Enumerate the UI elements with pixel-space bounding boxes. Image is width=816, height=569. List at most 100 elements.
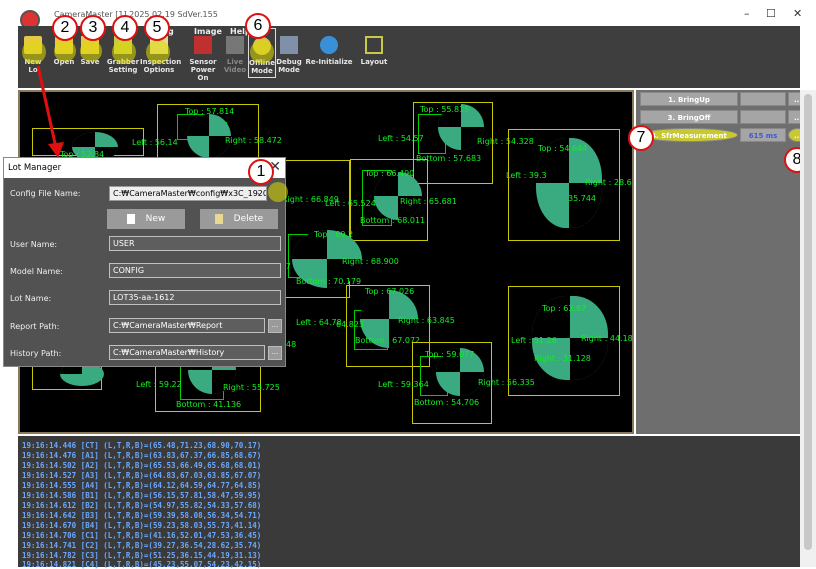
new-button[interactable]: New [107,209,185,229]
sfr-label: Right : 65.681 [400,197,457,206]
history-path-field[interactable]: C:₩CameraMaster₩History [109,345,265,360]
sfr-label: Left : 59.22 [136,380,182,389]
sfr-label: Bottom : 54.706 [414,398,480,407]
history-browse-button[interactable]: ... [268,346,282,360]
delete-button[interactable]: Delete [200,209,278,229]
sfr-label: Left : 54.57 [378,134,424,143]
callout-1: 1 [248,159,274,185]
log-line: 19:16:14.527 [A3] (L,T,R,B)=(64.83,67.03… [22,471,262,480]
sfr-label: Top : 54.644 [538,144,588,153]
bringup-button[interactable]: 1. BringUp [640,92,738,106]
sfr-label: Right : 66.849 [282,195,339,204]
log-line: 19:16:14.502 [A2] (L,T,R,B)=(65.53,66.49… [22,461,262,470]
log-line: 19:16:14.782 [C3] (L,T,R,B)=(51.25,36.15… [22,551,262,560]
debug-mode-button[interactable]: Debug Mode [276,36,302,74]
bringoff-status [740,110,786,124]
sfr-label: Top : 66.490 [365,169,415,178]
dialog-title: Lot Manager [8,163,62,173]
report-path-field[interactable]: C:₩CameraMaster₩Report [109,318,265,333]
callout-5: 5 [144,15,170,41]
bringup-status [740,92,786,106]
annotation-arrow [36,65,64,158]
highlight-grabber [112,40,136,64]
highlight-config-browse [268,182,288,202]
bringoff-button[interactable]: 3. BringOff [640,110,738,124]
debug-mode-icon [280,36,298,54]
highlight-offline [250,40,274,64]
sfr-label: Left : 51.26 [511,336,557,345]
log-line: 19:16:14.612 [B2] (L,T,R,B)=(54.97,55.82… [22,501,262,510]
sfr-label: Top : 59.077 [425,350,475,359]
sfr-label: Right : 28.62 [585,178,634,187]
sensor-power-button[interactable]: Sensor Power On [186,36,220,82]
sfr-label: 35.744 [568,194,596,203]
live-video-icon [226,36,244,54]
sfr-label: Right : 44.187 [581,334,634,343]
menu-tab-image[interactable]: Image [194,27,222,36]
user-name-field[interactable]: USER [109,236,281,251]
layout-icon [365,36,383,54]
sfr-label: Bottom : 67.072 [355,336,421,345]
sfr-label: Top : 67.026 [365,287,415,296]
highlight-new [22,40,46,64]
delete-file-icon [214,213,223,224]
sfr-label: Left : 39.3 [506,171,547,180]
sfr-label: Right : 58.472 [225,136,282,145]
model-name-field[interactable]: CONFIG [109,263,281,278]
log-line: 19:16:14.446 [CT] (L,T,R,B)=(65.48,71.23… [22,441,262,450]
log-line: 19:16:14.706 [C1] (L,T,R,B)=(41.16,52.01… [22,531,262,540]
log-line: 19:16:14.476 [A1] (L,T,R,B)=(63.83,67.37… [22,451,262,460]
sfr-label: Top : 55.815 [420,105,470,114]
scrollbar-thumb[interactable] [804,94,812,550]
reinitialize-button[interactable]: Re-Initialize [302,36,356,66]
sfr-label: Top : 69.2 [314,230,354,239]
window-title: CameraMaster [1] 2025.02.19 SdVer.155 [54,10,218,19]
callout-3: 3 [80,15,106,41]
maximize-button[interactable]: ☐ [766,7,776,20]
sfr-label: Right : 55.725 [223,383,280,392]
highlight-save [80,40,102,62]
vertical-scrollbar[interactable] [800,90,816,567]
new-file-icon [126,213,135,224]
highlight-inspection [146,40,170,64]
report-browse-button[interactable]: ... [268,319,282,333]
sfr-label: Right : 63.845 [398,316,455,325]
config-file-label: Config File Name: [10,189,81,198]
log-line: 19:16:14.586 [B1] (L,T,R,B)=(56.15,57.81… [22,491,262,500]
report-path-label: Report Path: [10,322,60,331]
sfr-label: Right : 56.335 [478,378,535,387]
callout-4: 4 [112,15,138,41]
lot-name-field[interactable]: LOT35-aa-1612 [109,290,281,305]
chart-target [374,172,422,220]
sfr-label: Left : 64.78 [296,318,342,327]
log-panel[interactable]: 19:16:14.446 [CT] (L,T,R,B)=(65.48,71.23… [18,436,800,569]
log-line: 19:16:14.670 [B4] (L,T,R,B)=(59.23,58.03… [22,521,262,530]
log-line: 19:16:14.821 [C4] (L,T,R,B)=(45.23,55.07… [22,560,262,569]
sfr-label: Bottom : 68.011 [360,216,426,225]
sfr-label: Bottom : 41.136 [176,400,242,409]
sfr-label: Top : 57.814 [185,107,235,116]
sfr-measurement-button[interactable]: 4. SfrMeasurement [640,128,738,142]
model-name-label: Model Name: [10,267,63,276]
sfr-label: 64.823 [336,320,364,329]
lot-name-label: Lot Name: [10,294,52,303]
sfr-label: Top : 63.87 [542,304,587,313]
config-file-select[interactable]: C:₩CameraMaster₩config₩x3C_1920 [109,186,267,201]
highlight-open [54,40,76,62]
measurement-time: 615 ms [740,128,786,142]
sfr-label: 48 [286,340,297,349]
live-video-button[interactable]: Live Video [222,36,248,74]
layout-button[interactable]: Layout [360,36,388,66]
callout-6: 6 [245,13,271,39]
sensor-power-icon [194,36,212,54]
log-line: 19:16:14.555 [A4] (L,T,R,B)=(64.12,64.59… [22,481,262,490]
minimize-button[interactable]: – [744,7,750,20]
log-line: 19:16:14.642 [B3] (L,T,R,B)=(59.39,58.08… [22,511,262,520]
reinitialize-icon [320,36,338,54]
measurement-panel: 1. BringUp ... 3. BringOff ... 4. SfrMea… [636,90,808,434]
history-path-label: History Path: [10,349,62,358]
sfr-label: Right : 31.128 [534,354,591,363]
callout-7: 7 [628,125,654,151]
lot-manager-dialog: Lot Manager ✕ Config File Name: C:₩Camer… [3,157,288,367]
close-button[interactable]: ✕ [793,7,802,20]
